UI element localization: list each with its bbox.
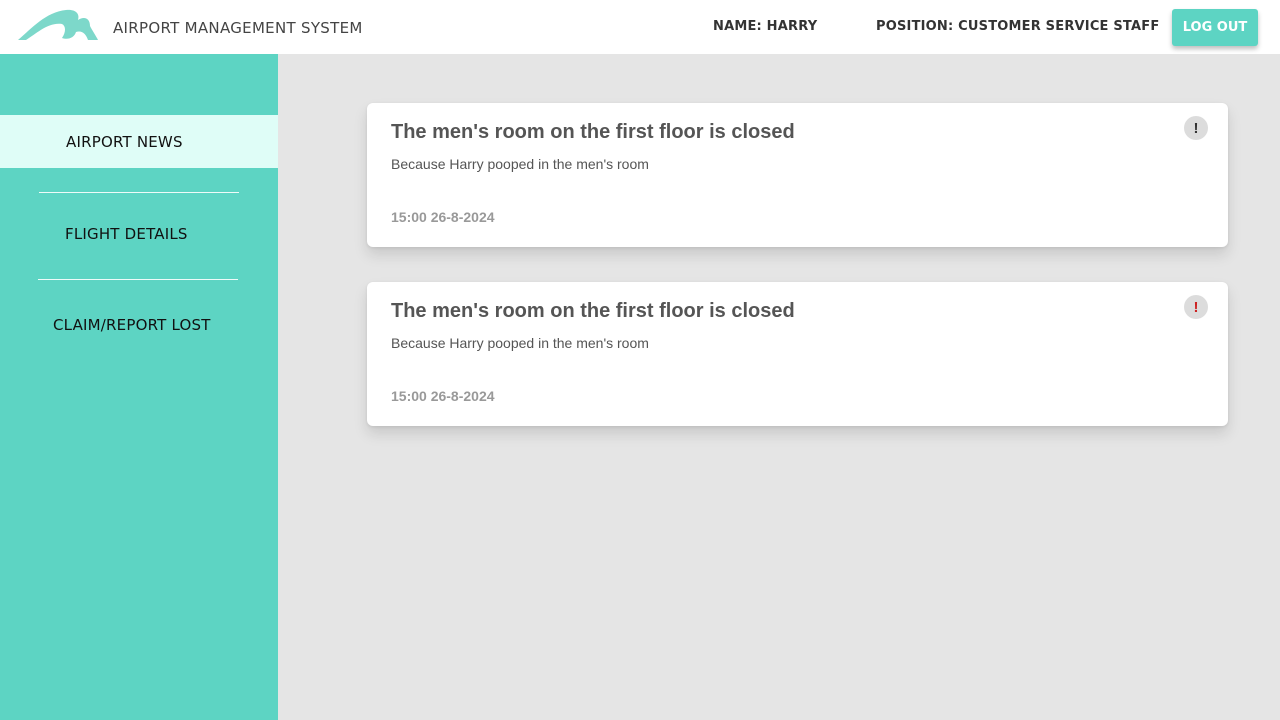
sidebar: AIRPORT NEWS FLIGHT DETAILS CLAIM/REPORT… xyxy=(0,54,278,720)
exclamation-icon[interactable]: ! xyxy=(1184,295,1208,319)
news-description: Because Harry pooped in the men's room xyxy=(391,156,649,172)
news-timestamp: 15:00 26-8-2024 xyxy=(391,388,495,404)
sidebar-item-airport-news[interactable]: AIRPORT NEWS xyxy=(0,115,278,168)
news-card[interactable]: The men's room on the first floor is clo… xyxy=(367,282,1228,426)
sidebar-divider xyxy=(38,279,238,280)
wave-logo-icon xyxy=(18,9,98,40)
news-description: Because Harry pooped in the men's room xyxy=(391,335,649,351)
sidebar-item-label: AIRPORT NEWS xyxy=(66,132,183,151)
sidebar-item-claim-report-lost[interactable]: CLAIM/REPORT LOST xyxy=(0,298,278,351)
sidebar-item-flight-details[interactable]: FLIGHT DETAILS xyxy=(0,207,278,260)
news-title: The men's room on the first floor is clo… xyxy=(391,300,795,322)
exclamation-icon[interactable]: ! xyxy=(1184,116,1208,140)
sidebar-item-label: CLAIM/REPORT LOST xyxy=(53,315,211,334)
user-position: POSITION: CUSTOMER SERVICE STAFF xyxy=(876,19,1160,34)
user-name: NAME: HARRY xyxy=(713,19,818,34)
news-card[interactable]: The men's room on the first floor is clo… xyxy=(367,103,1228,247)
sidebar-divider xyxy=(39,192,239,193)
top-bar: AIRPORT MANAGEMENT SYSTEM NAME: HARRY PO… xyxy=(0,0,1280,54)
sidebar-item-label: FLIGHT DETAILS xyxy=(65,224,188,243)
logout-button[interactable]: LOG OUT xyxy=(1172,9,1258,46)
news-feed: The men's room on the first floor is clo… xyxy=(278,54,1280,720)
news-timestamp: 15:00 26-8-2024 xyxy=(391,209,495,225)
app-title: AIRPORT MANAGEMENT SYSTEM xyxy=(113,19,363,37)
news-title: The men's room on the first floor is clo… xyxy=(391,121,795,143)
